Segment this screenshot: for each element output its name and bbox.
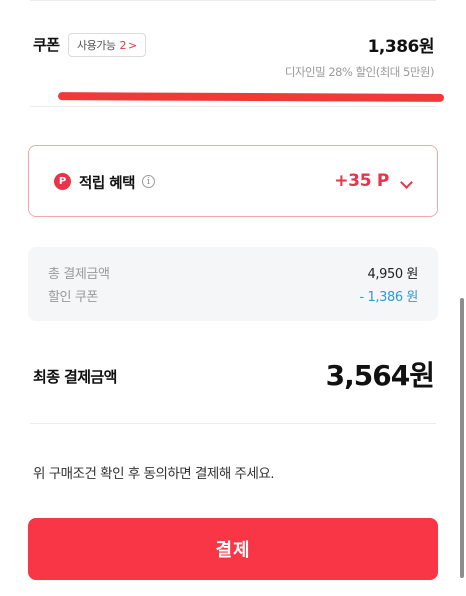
- total-payment-label: 총 결제금액: [48, 267, 110, 282]
- pay-button[interactable]: 결제: [28, 518, 438, 580]
- available-coupons-count: 2: [119, 38, 126, 52]
- payment-summary: 총 결제금액 4,950 원 할인 쿠폰 - 1,386 원: [28, 247, 438, 321]
- coupon-discount-row: 할인 쿠폰 - 1,386 원: [48, 286, 418, 305]
- final-payment-amount: 3,564원: [325, 359, 435, 392]
- coupon-description: 디자인밀 28% 할인(최대 5만원): [284, 65, 435, 79]
- coupon-divider: [30, 106, 436, 107]
- points-value: +35 P: [334, 171, 389, 191]
- coupon-discount-value: - 1,386 원: [359, 290, 418, 305]
- highlight-underline: [57, 92, 445, 102]
- points-icon: P: [54, 173, 71, 190]
- coupon-discount-label: 할인 쿠폰: [48, 290, 98, 305]
- available-coupons-label: 사용가능: [77, 39, 116, 52]
- total-payment-row: 총 결제금액 4,950 원: [48, 263, 418, 282]
- top-divider: [30, 0, 436, 1]
- info-icon[interactable]: i: [142, 175, 155, 188]
- chevron-down-icon: [400, 176, 413, 189]
- available-coupons-button[interactable]: 사용가능 2 >: [68, 33, 146, 57]
- points-benefit-dropdown[interactable]: P 적립 혜택 i +35 P: [28, 145, 438, 217]
- final-divider: [30, 423, 436, 424]
- total-payment-value: 4,950 원: [367, 267, 418, 282]
- points-label: 적립 혜택: [79, 176, 135, 192]
- coupon-amount: 1,386원: [367, 37, 435, 57]
- final-payment-label: 최종 결제금액: [33, 368, 117, 386]
- agreement-notice: 위 구매조건 확인 후 동의하면 결제해 주세요.: [33, 466, 275, 482]
- scrollbar[interactable]: [460, 298, 464, 578]
- coupon-title: 쿠폰: [33, 36, 60, 54]
- chevron-right-icon: >: [127, 38, 137, 52]
